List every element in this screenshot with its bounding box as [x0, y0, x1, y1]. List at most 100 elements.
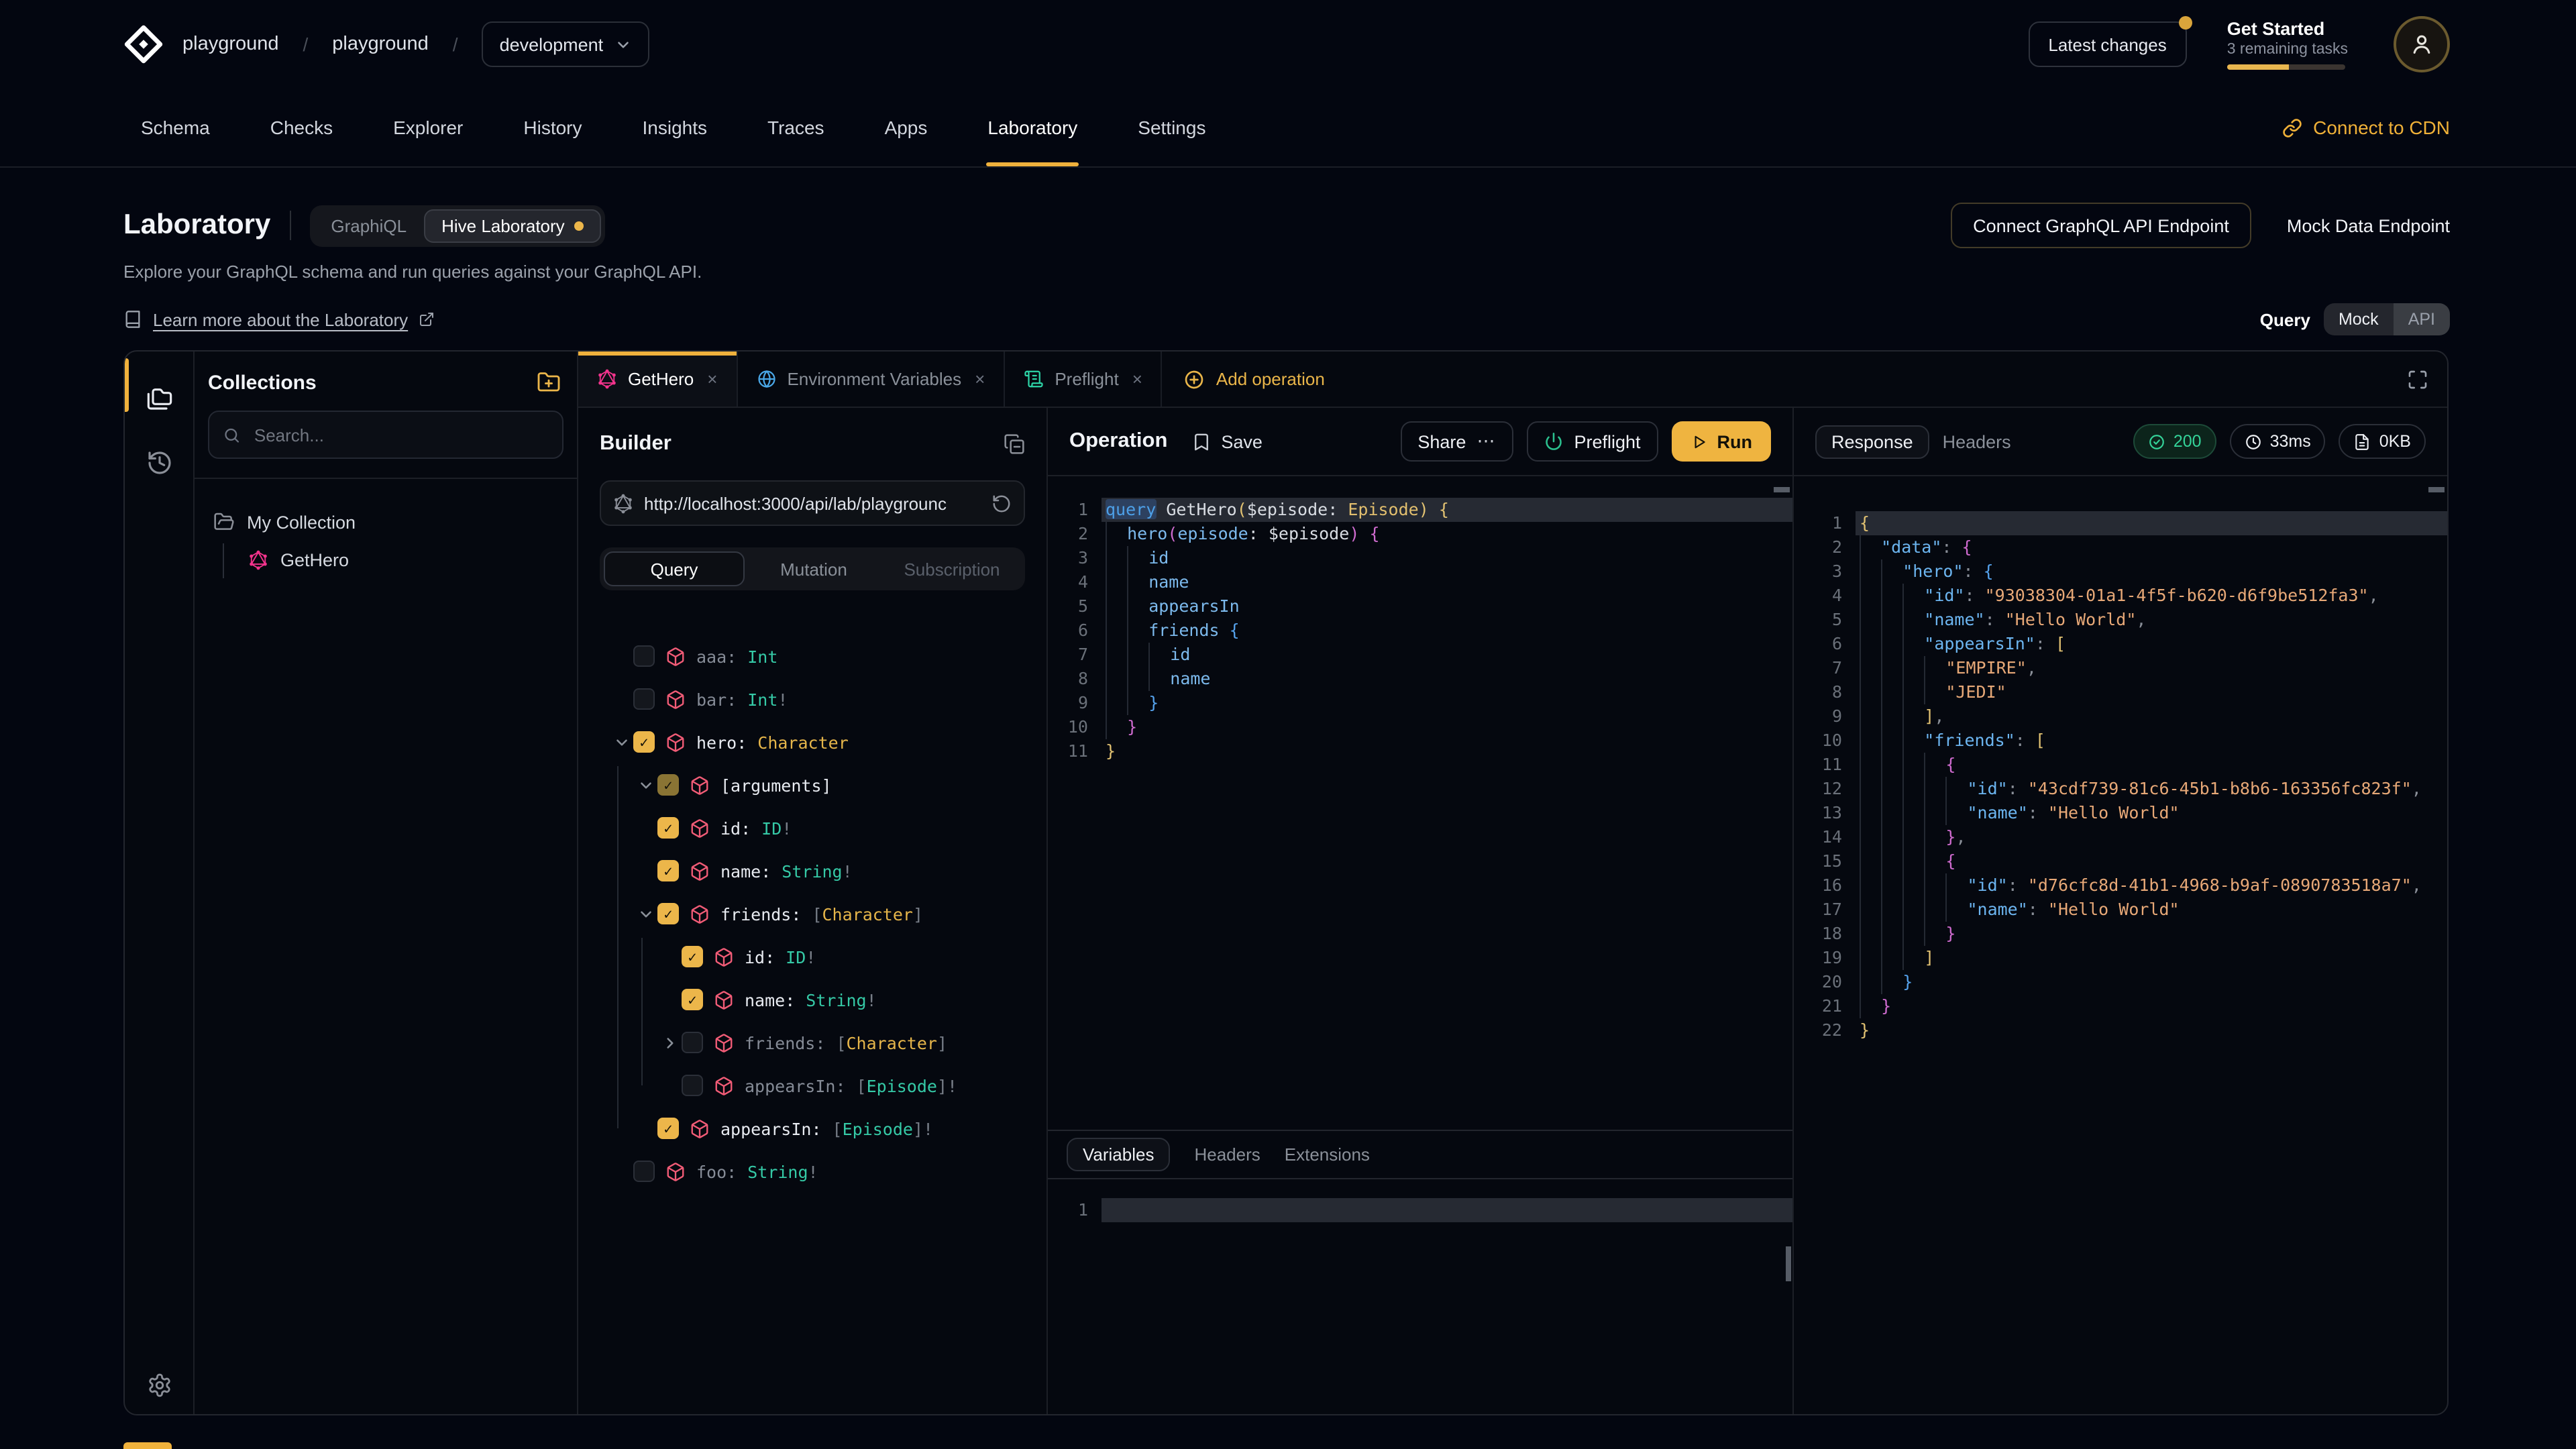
mode-option-graphiql[interactable]: GraphiQL [313, 209, 424, 242]
tree-guide [641, 938, 643, 1085]
field-row-arguments[interactable]: ✓[arguments] [600, 763, 1025, 806]
field-checkbox[interactable]: ✓ [657, 1118, 679, 1139]
field-row-friends[interactable]: ✓friends:[Character] [600, 892, 1025, 935]
nav-item-schema[interactable]: Schema [140, 89, 211, 166]
fullscreen-button[interactable] [2407, 352, 2428, 407]
field-row-hero[interactable]: ✓hero:Character [600, 720, 1025, 763]
chevron-down-icon[interactable] [633, 902, 657, 926]
hive-logo-icon[interactable] [123, 24, 164, 64]
variables-editor[interactable]: 1 [1048, 1179, 1792, 1414]
save-button[interactable]: Save [1191, 431, 1263, 451]
page-title: Laboratory [123, 209, 270, 241]
clock-icon [2245, 433, 2262, 450]
breadcrumb-project[interactable]: playground [332, 34, 429, 55]
kind-tab-query[interactable]: Query [604, 551, 745, 586]
nav-item-traces[interactable]: Traces [766, 89, 826, 166]
kind-tab-mutation[interactable]: Mutation [745, 551, 883, 586]
field-checkbox[interactable] [633, 1161, 655, 1182]
field-row-name[interactable]: ✓name:String! [600, 978, 1025, 1021]
collapse-builder-button[interactable] [1004, 433, 1025, 455]
tab-variables[interactable]: Variables [1067, 1138, 1170, 1171]
chevron-down-icon[interactable] [633, 773, 657, 797]
scroll-indicator[interactable] [1774, 487, 1790, 492]
connect-to-cdn-link[interactable]: Connect to CDN [2282, 89, 2450, 166]
collections-search[interactable] [208, 411, 564, 459]
query-editor[interactable]: 1query GetHero($episode: Episode) {2hero… [1048, 476, 1792, 1130]
field-row-appearsIn[interactable]: ✓appearsIn:[Episode]! [600, 1107, 1025, 1150]
field-row-appearsIn[interactable]: appearsIn:[Episode]! [600, 1064, 1025, 1107]
tab-extensions[interactable]: Extensions [1285, 1144, 1370, 1165]
get-started-widget[interactable]: Get Started 3 remaining tasks [2227, 19, 2348, 70]
field-checkbox[interactable]: ✓ [657, 774, 679, 796]
learn-more-link[interactable]: Learn more about the Laboratory [123, 309, 435, 329]
field-checkbox[interactable]: ✓ [633, 731, 655, 753]
field-row-name[interactable]: ✓name:String! [600, 849, 1025, 892]
field-checkbox[interactable]: ✓ [657, 860, 679, 881]
environment-selector[interactable]: development [482, 21, 649, 67]
refresh-schema-button[interactable] [991, 493, 1012, 513]
field-row-foo[interactable]: foo:String! [600, 1150, 1025, 1193]
tab-response-headers[interactable]: Headers [1943, 431, 2011, 451]
response-editor[interactable]: 1{2"data": {3"hero": {4"id": "93038304-0… [1794, 476, 2447, 1414]
nav-item-apps[interactable]: Apps [883, 89, 929, 166]
history-rail-button[interactable] [136, 440, 182, 486]
field-checkbox[interactable]: ✓ [657, 903, 679, 924]
new-folder-button[interactable] [537, 370, 561, 394]
preflight-button[interactable]: Preflight [1527, 421, 1658, 462]
tab-response[interactable]: Response [1815, 425, 1929, 458]
kind-tab-subscription[interactable]: Subscription [883, 551, 1021, 586]
field-row-friends[interactable]: friends:[Character] [600, 1021, 1025, 1064]
field-checkbox[interactable]: ✓ [682, 989, 703, 1010]
line-number: 19 [1794, 946, 1856, 970]
latest-changes-button[interactable]: Latest changes [2028, 21, 2186, 67]
chevron-right-icon[interactable] [657, 1030, 682, 1055]
field-row-id[interactable]: ✓id:ID! [600, 806, 1025, 849]
user-avatar[interactable] [2394, 16, 2450, 72]
mock-endpoint-button[interactable]: Mock Data Endpoint [2287, 215, 2450, 235]
cube-icon [690, 818, 710, 838]
collection-operation[interactable]: GetHero [195, 541, 577, 578]
field-checkbox[interactable]: ✓ [657, 817, 679, 839]
endpoint-mode-api[interactable]: API [2394, 303, 2450, 335]
tab-preflight[interactable]: Preflight× [1005, 352, 1163, 407]
mode-option-hive-laboratory[interactable]: Hive Laboratory [424, 209, 601, 242]
field-checkbox[interactable] [633, 688, 655, 710]
field-checkbox[interactable] [682, 1032, 703, 1053]
user-icon [2408, 31, 2435, 58]
endpoint-mode-mock[interactable]: Mock [2324, 303, 2394, 335]
tab-headers[interactable]: Headers [1194, 1144, 1260, 1165]
indent-guide [1902, 825, 1924, 849]
field-row-bar[interactable]: bar:Int! [600, 678, 1025, 720]
nav-item-explorer[interactable]: Explorer [392, 89, 464, 166]
search-input[interactable] [252, 423, 549, 446]
nav-item-laboratory[interactable]: Laboratory [986, 89, 1079, 166]
scroll-indicator[interactable] [2428, 487, 2445, 492]
run-button[interactable]: Run [1672, 421, 1772, 462]
settings-rail-button[interactable] [146, 1373, 172, 1398]
collection-folder[interactable]: My Collection [195, 503, 577, 541]
field-checkbox[interactable]: ✓ [682, 946, 703, 967]
fullscreen-icon [2407, 368, 2428, 390]
tab-gethero[interactable]: GetHero× [578, 352, 737, 407]
chevron-down-icon[interactable] [609, 730, 633, 754]
close-tab-icon[interactable]: × [975, 369, 985, 389]
breadcrumb-org[interactable]: playground [182, 34, 279, 55]
tab-environment-variables[interactable]: Environment Variables× [737, 352, 1005, 407]
field-checkbox[interactable] [633, 645, 655, 667]
field-row-id[interactable]: ✓id:ID! [600, 935, 1025, 978]
field-checkbox[interactable] [682, 1075, 703, 1096]
nav-item-settings[interactable]: Settings [1136, 89, 1207, 166]
collections-rail-button[interactable] [136, 376, 182, 421]
connect-endpoint-button[interactable]: Connect GraphQL API Endpoint [1950, 203, 2252, 248]
share-button[interactable]: Share ⋯ [1400, 421, 1513, 462]
scrollbar-thumb[interactable] [1786, 1246, 1791, 1281]
nav-item-history[interactable]: History [522, 89, 583, 166]
close-tab-icon[interactable]: × [707, 369, 717, 389]
field-row-aaa[interactable]: aaa:Int [600, 635, 1025, 678]
nav-item-insights[interactable]: Insights [641, 89, 709, 166]
endpoint-url-value: http://localhost:3000/api/lab/playgrounc [644, 493, 981, 513]
endpoint-url-input[interactable]: http://localhost:3000/api/lab/playgrounc [600, 480, 1025, 526]
nav-item-checks[interactable]: Checks [269, 89, 334, 166]
close-tab-icon[interactable]: × [1132, 369, 1142, 389]
add-operation-button[interactable]: Add operation [1163, 352, 1346, 407]
